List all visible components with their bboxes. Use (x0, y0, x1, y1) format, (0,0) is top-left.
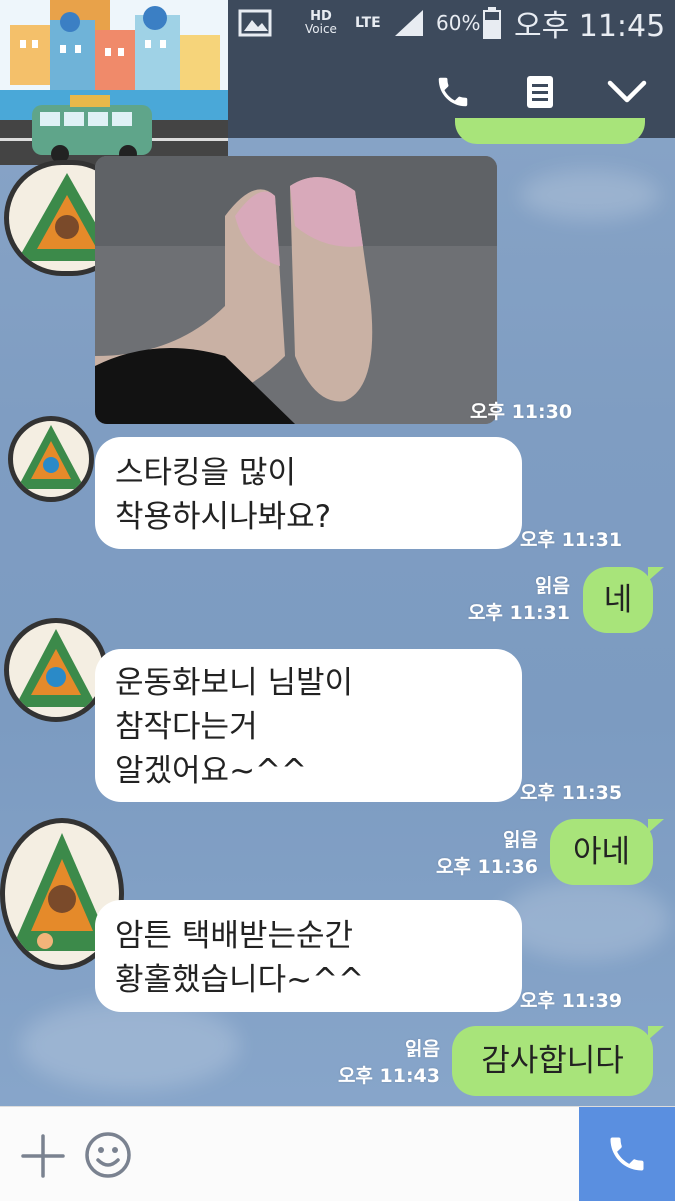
message-bubble[interactable]: 네 (583, 567, 653, 633)
message-bubble[interactable]: 아네 (550, 819, 653, 885)
read-receipt: 읽음 (405, 1038, 440, 1060)
emoji-icon (85, 1132, 131, 1178)
message-bubble[interactable]: 스타킹을 많이 착용하시나봐요? (95, 437, 522, 549)
message-bubble[interactable]: 운동화보니 님발이 참작다는거 알겠어요~^^ (95, 649, 522, 802)
message-line: 암튼 택배받는순간 (115, 918, 354, 954)
menu-button[interactable] (516, 68, 564, 116)
message-time: 오후 11:31 (467, 602, 570, 624)
menu-list-icon (527, 76, 553, 108)
signal-icon (393, 0, 427, 46)
battery-percent: 60% (436, 11, 481, 35)
message-meta: 읽음 오후 11:43 (310, 1034, 440, 1088)
avatar[interactable] (8, 416, 94, 502)
call-icon (610, 1137, 644, 1171)
message-line: 스타킹을 많이 (115, 455, 296, 491)
bubble-tail (648, 819, 664, 833)
plus-icon (21, 1134, 65, 1178)
message-line: 황홀했습니다~^^ (115, 962, 365, 998)
call-button[interactable] (429, 68, 477, 116)
message-input-bar (0, 1106, 675, 1201)
photo-message[interactable] (95, 156, 497, 424)
read-receipt: 읽음 (503, 829, 538, 851)
message-bubble[interactable]: 암튼 택배받는순간 황홀했습니다~^^ (95, 900, 522, 1012)
network-type: LTE (355, 15, 381, 31)
message-line: 알겠어요~^^ (115, 753, 308, 789)
background-cloud (500, 880, 670, 960)
message-time: 오후 11:39 (520, 990, 623, 1012)
gallery-notification-icon (238, 0, 274, 46)
voice-call-button[interactable] (579, 1107, 675, 1201)
message-time: 오후 11:36 (435, 856, 538, 878)
message-bubble[interactable]: 감사합니다 (452, 1026, 653, 1096)
hd-voice-indicator: HD Voice (305, 9, 337, 36)
clock: 오후 11:45 (514, 9, 666, 44)
emoji-button[interactable] (82, 1129, 134, 1181)
avatar[interactable] (4, 618, 108, 722)
message-time: 오후 11:43 (337, 1065, 440, 1087)
battery-icon (482, 0, 502, 46)
message-line: 운동화보니 님발이 (115, 665, 354, 701)
bubble-tail (648, 567, 664, 581)
message-line: 착용하시나봐요? (115, 499, 332, 535)
phone-icon (438, 77, 468, 107)
collapse-button[interactable] (603, 68, 651, 116)
message-time: 오후 11:31 (520, 529, 623, 551)
previous-message-bubble (455, 118, 645, 144)
message-meta: 읽음 오후 11:36 (408, 825, 538, 879)
message-meta: 읽음 오후 11:31 (440, 571, 570, 625)
background-cloud (520, 170, 660, 220)
bubble-tail (648, 1026, 664, 1040)
profile-thumbnail-image[interactable] (0, 0, 228, 165)
background-cloud (20, 1000, 240, 1090)
message-line: 참작다는거 (115, 709, 258, 745)
read-receipt: 읽음 (535, 575, 570, 597)
message-time: 오후 11:35 (520, 782, 623, 804)
message-time: 오후 11:30 (470, 401, 573, 423)
attach-button[interactable] (18, 1131, 68, 1181)
chevron-down-icon (607, 80, 647, 103)
